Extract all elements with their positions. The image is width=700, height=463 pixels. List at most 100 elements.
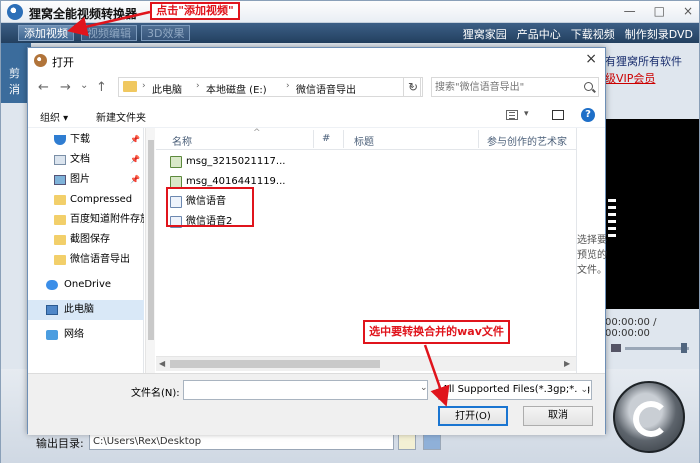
speaker-icon: [611, 344, 621, 352]
nav-make-dvd[interactable]: 制作刻录DVD: [625, 26, 693, 42]
breadcrumb-this-pc[interactable]: 此电脑: [152, 81, 182, 96]
app-titlebar: 狸窝全能视频转换器 — □ ×: [1, 1, 699, 23]
timecode: 00:00:00 / 00:00:00: [605, 317, 657, 339]
output-dir-label: 输出目录:: [36, 437, 84, 450]
computer-icon: [46, 305, 58, 315]
sidebar-item-label: 网络: [64, 329, 84, 340]
sidebar-item-label: 微信语音导出: [70, 254, 130, 265]
sort-up-icon: ^: [253, 128, 261, 138]
column-divider[interactable]: [343, 130, 344, 148]
file-type-filter[interactable]: All Supported Files(*.3gp;*.3g ⌄: [438, 380, 592, 400]
sidebar-item-label: OneDrive: [64, 279, 112, 290]
download-icon: [54, 135, 66, 145]
dialog-footer: 文件名(N): ⌄ All Supported Files(*.3gp;*.3g…: [28, 373, 605, 435]
file-name: msg_3215021117...: [186, 156, 286, 167]
3d-effect-button[interactable]: 3D效果: [141, 25, 191, 41]
filter-dropdown-icon[interactable]: ⌄: [578, 381, 588, 399]
selection-highlight: [166, 187, 254, 227]
filename-label: 文件名(N):: [131, 388, 180, 399]
new-folder-button[interactable]: 新建文件夹: [96, 109, 146, 124]
column-divider[interactable]: [478, 130, 479, 148]
close-button[interactable]: ×: [683, 4, 693, 18]
dialog-app-icon: [34, 54, 47, 67]
recent-dropdown-icon[interactable]: ⌄: [80, 80, 88, 91]
open-folder-icon[interactable]: [423, 433, 441, 450]
filename-input[interactable]: [183, 380, 428, 400]
minimize-button[interactable]: —: [624, 4, 636, 18]
breadcrumb-drive-e[interactable]: 本地磁盘 (E:): [206, 81, 267, 96]
file-type-filter-value: All Supported Files(*.3gp;*.3g: [442, 384, 591, 395]
sidebar-item-label: 截图保存: [70, 234, 110, 245]
file-item-msg1[interactable]: msg_3215021117...: [166, 153, 286, 171]
volume-thumb[interactable]: [681, 343, 687, 353]
maximize-button[interactable]: □: [654, 4, 665, 18]
add-video-button[interactable]: 添加视频: [18, 25, 74, 41]
sidebar-item-downloads[interactable]: 下载 📌: [28, 130, 144, 150]
nav-liwo-home[interactable]: 狸窝家园: [463, 26, 507, 42]
filename-dropdown-icon[interactable]: ⌄: [420, 383, 428, 393]
back-arrow-icon[interactable]: ←: [38, 80, 49, 95]
convert-button[interactable]: [613, 381, 685, 453]
navigation-scroll-thumb[interactable]: [148, 140, 154, 340]
column-artist[interactable]: 参与创作的艺术家: [487, 133, 567, 148]
document-icon: [54, 155, 66, 165]
output-dir-field[interactable]: C:\Users\Rex\Desktop: [89, 433, 394, 450]
search-box[interactable]: [431, 77, 599, 97]
annotation-step2: 选中要转换合并的wav文件: [363, 320, 510, 344]
search-icon[interactable]: [584, 82, 593, 91]
sidebar-item-documents[interactable]: 文档 📌: [28, 150, 144, 170]
scroll-left-icon[interactable]: ◀: [159, 359, 165, 368]
network-icon: [46, 330, 58, 340]
browse-folder-icon[interactable]: [398, 433, 416, 450]
sidebar-item-this-pc[interactable]: 此电脑: [28, 300, 144, 320]
nav-download-video[interactable]: 下载视频: [571, 26, 615, 42]
horizontal-scrollbar[interactable]: ◀ ▶: [156, 356, 576, 371]
cloud-icon: [46, 280, 58, 290]
forward-arrow-icon[interactable]: →: [60, 80, 71, 95]
cancel-button[interactable]: 取消: [523, 406, 593, 426]
sidebar-item-compressed[interactable]: Compressed: [28, 190, 144, 210]
sidebar-item-baidu-attachments[interactable]: 百度知道附件存放: [28, 210, 144, 230]
refresh-icon[interactable]: ↻: [403, 77, 423, 97]
app-logo-icon: [7, 4, 23, 20]
breadcrumb-current-folder[interactable]: 微信语音导出: [296, 81, 356, 96]
dialog-close-icon[interactable]: ×: [585, 51, 597, 67]
sidebar-item-network[interactable]: 网络: [28, 325, 144, 345]
column-name[interactable]: 名称: [172, 133, 192, 148]
open-file-dialog: 打开 × ← → ⌄ ↑ › 此电脑 › 本地磁盘 (E:) › 微信语音导出 …: [27, 47, 607, 435]
sidebar-item-screenshots[interactable]: 截图保存: [28, 230, 144, 250]
top-nav: 狸窝家园 产品中心 下载视频 制作刻录DVD: [463, 26, 693, 42]
preview-hint: 选择要预览的文件。: [577, 235, 607, 276]
scroll-right-icon[interactable]: ▶: [564, 359, 570, 368]
nav-products[interactable]: 产品中心: [517, 26, 561, 42]
sidebar-item-onedrive[interactable]: OneDrive: [28, 275, 144, 295]
column-divider[interactable]: [313, 130, 314, 148]
pin-icon[interactable]: 📌: [130, 170, 140, 190]
up-arrow-icon[interactable]: ↑: [96, 80, 107, 95]
sidebar-item-label: 下载: [70, 134, 90, 145]
view-options-icon[interactable]: [506, 110, 518, 120]
pin-icon[interactable]: 📌: [130, 130, 140, 150]
help-icon[interactable]: ?: [581, 108, 595, 122]
sidebar-item-pictures[interactable]: 图片 📌: [28, 170, 144, 190]
vip-link[interactable]: 级VIP会员: [605, 70, 682, 87]
search-input[interactable]: [435, 80, 575, 94]
volume-track[interactable]: [625, 347, 689, 350]
view-dropdown-icon[interactable]: ▾: [524, 109, 529, 119]
sidebar-item-label: 文档: [70, 154, 90, 165]
column-title[interactable]: 标题: [354, 133, 374, 148]
promo-line-1: 有狸窝所有软件: [605, 55, 682, 68]
address-bar[interactable]: › 此电脑 › 本地磁盘 (E:) › 微信语音导出 ⌄: [118, 77, 421, 97]
column-number[interactable]: #: [322, 133, 330, 144]
horizontal-scroll-thumb[interactable]: [170, 360, 380, 368]
sidebar-item-wechat-voice[interactable]: 微信语音导出: [28, 250, 144, 270]
open-button[interactable]: 打开(O): [438, 406, 508, 426]
navigation-scrollbar[interactable]: [145, 128, 155, 373]
address-row: ← → ⌄ ↑ › 此电脑 › 本地磁盘 (E:) › 微信语音导出 ⌄ ↻: [28, 75, 605, 101]
organize-button[interactable]: 组织 ▾: [40, 109, 68, 124]
promo-text: 有狸窝所有软件 级VIP会员: [605, 53, 682, 87]
pin-icon[interactable]: 📌: [130, 150, 140, 170]
edit-video-button[interactable]: 视频编辑: [81, 25, 137, 41]
volume-control[interactable]: [611, 343, 691, 353]
preview-pane-icon[interactable]: [552, 110, 564, 120]
